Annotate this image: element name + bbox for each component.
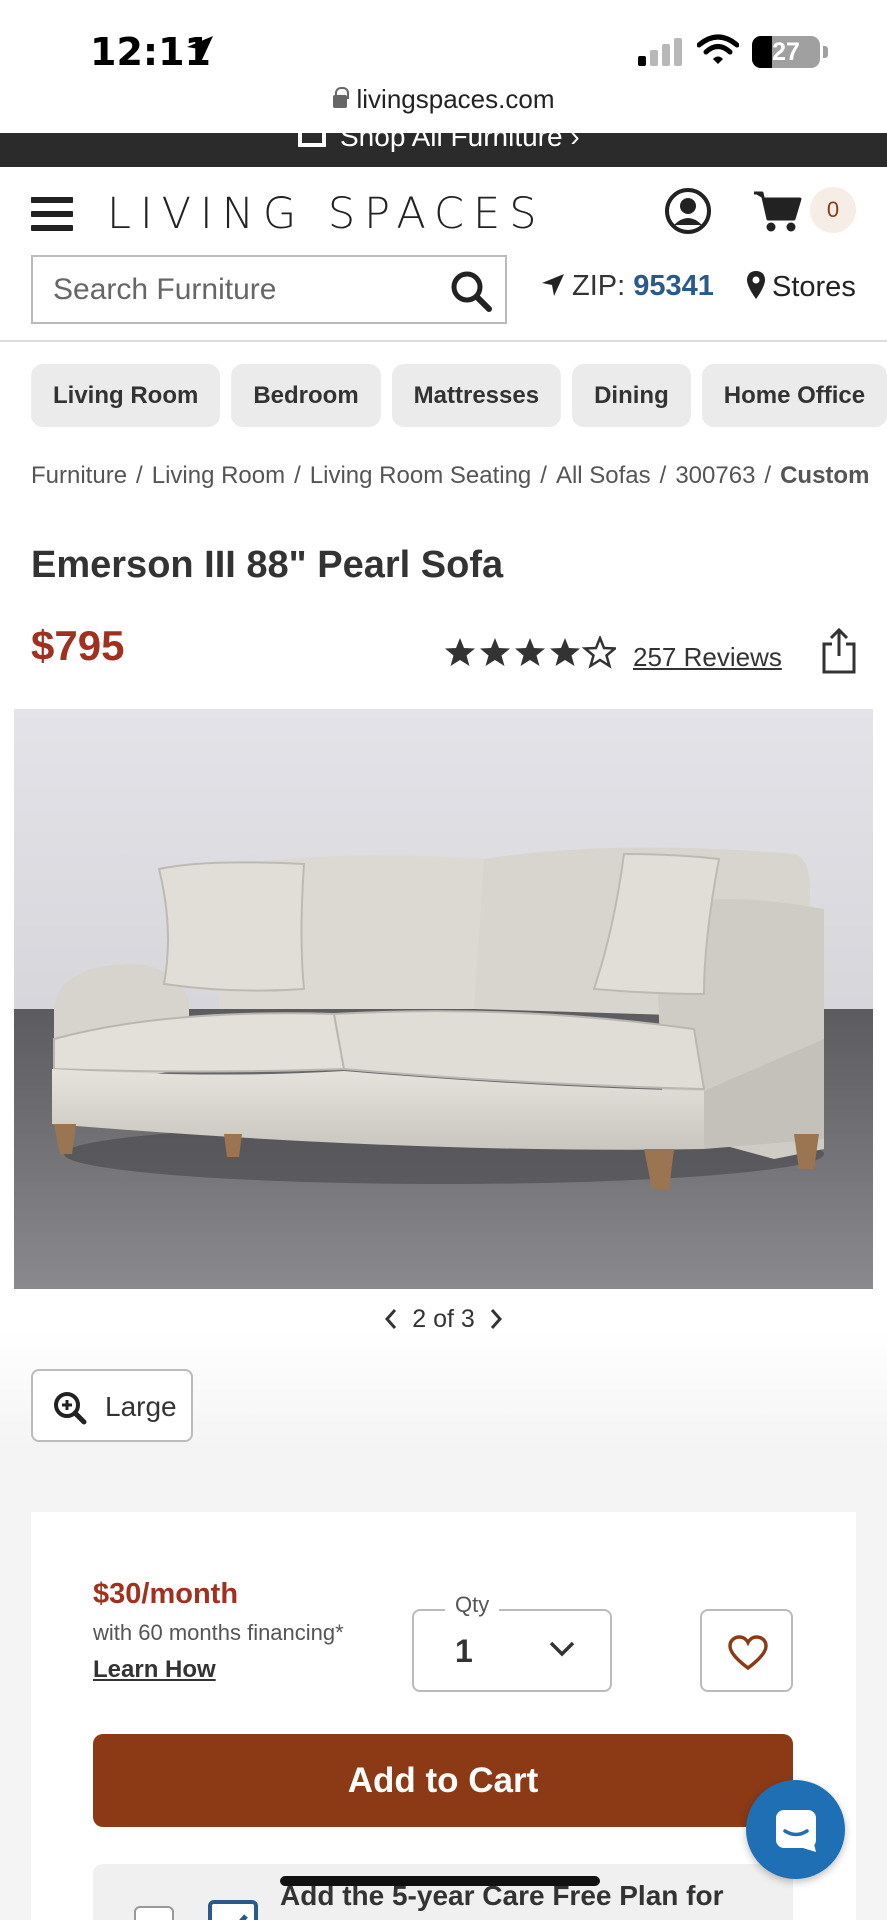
qty-value: 1 bbox=[455, 1633, 473, 1669]
star-rating-icon bbox=[445, 636, 616, 668]
url-text: livingspaces.com bbox=[356, 84, 555, 114]
zip-label: ZIP: bbox=[572, 270, 626, 302]
promo-banner[interactable]: Shop All Furniture › bbox=[0, 133, 887, 167]
battery-icon: 27 bbox=[752, 36, 828, 68]
monthly-price: $30/month bbox=[93, 1578, 239, 1610]
site-logo[interactable]: LIVING SPACES bbox=[107, 189, 546, 239]
breadcrumb-separator: / bbox=[294, 462, 301, 489]
pager-text: 2 of 3 bbox=[412, 1304, 475, 1333]
zoom-in-icon bbox=[54, 1392, 87, 1425]
breadcrumb-separator: / bbox=[659, 462, 667, 489]
category-chip[interactable]: Home Office bbox=[701, 364, 887, 427]
breadcrumb-current: Custom bbox=[780, 462, 870, 489]
wifi-icon bbox=[697, 34, 739, 64]
heart-icon bbox=[728, 1635, 768, 1671]
browser-url-bar[interactable]: livingspaces.com bbox=[0, 84, 887, 115]
breadcrumb-item[interactable]: Furniture bbox=[31, 462, 127, 489]
breadcrumb-separator: / bbox=[540, 462, 547, 489]
product-price: $795 bbox=[31, 622, 125, 669]
zoom-large-label: Large bbox=[105, 1391, 177, 1422]
care-plan-checkbox[interactable] bbox=[134, 1906, 174, 1920]
breadcrumb-item[interactable]: All Sofas bbox=[556, 462, 651, 489]
category-chip[interactable]: Mattresses bbox=[391, 364, 562, 427]
search-box bbox=[31, 255, 507, 324]
cellular-signal-icon bbox=[638, 38, 682, 66]
reviews-link[interactable]: 257 Reviews bbox=[633, 642, 782, 673]
chevron-right-icon[interactable] bbox=[488, 1308, 504, 1330]
quantity-select[interactable] bbox=[412, 1609, 612, 1692]
category-chip[interactable]: Dining bbox=[572, 364, 691, 427]
category-chip[interactable]: Living Room bbox=[31, 364, 221, 427]
site-header: LIVING SPACES 0 ZIP: 95341 Stores bbox=[0, 167, 887, 342]
cart-count-badge[interactable]: 0 bbox=[810, 187, 856, 233]
search-icon[interactable] bbox=[449, 269, 493, 313]
qty-label: Qty bbox=[445, 1592, 500, 1618]
navigation-arrow-icon bbox=[542, 274, 564, 296]
care-plan-row: Add the 5-year Care Free Plan for bbox=[93, 1864, 793, 1920]
chat-button[interactable] bbox=[746, 1780, 845, 1879]
map-pin-icon bbox=[747, 271, 765, 299]
zip-value: 95341 bbox=[633, 270, 714, 302]
breadcrumb: Furniture / Living Room / Living Room Seatin… bbox=[31, 462, 869, 490]
stores-label: Stores bbox=[772, 271, 856, 303]
breadcrumb-separator: / bbox=[136, 462, 143, 489]
menu-icon[interactable] bbox=[31, 197, 73, 239]
sofa-icon bbox=[298, 133, 326, 147]
add-to-cart-button[interactable]: Add to Cart bbox=[93, 1734, 793, 1827]
financing-text: with 60 months financing* bbox=[93, 1620, 344, 1645]
account-icon[interactable] bbox=[664, 187, 712, 235]
zip-selector[interactable]: ZIP: 95341 bbox=[540, 270, 714, 303]
product-title: Emerson III 88" Pearl Sofa bbox=[31, 544, 504, 586]
status-bar: 12:11 27 bbox=[0, 0, 887, 88]
share-icon[interactable] bbox=[820, 628, 858, 674]
learn-how-link[interactable]: Learn How bbox=[93, 1656, 216, 1684]
promo-text: Shop All Furniture › bbox=[340, 133, 580, 152]
location-arrow-icon bbox=[187, 36, 213, 62]
chat-icon bbox=[776, 1810, 816, 1852]
breadcrumb-item[interactable]: Living Room bbox=[152, 462, 285, 489]
chevron-left-icon[interactable] bbox=[383, 1308, 399, 1330]
redaction-bar bbox=[280, 1876, 600, 1886]
lock-icon bbox=[332, 87, 349, 108]
category-chips: Living Room Bedroom Mattresses Dining Home O… bbox=[31, 364, 887, 428]
category-chip[interactable]: Bedroom bbox=[231, 364, 381, 427]
breadcrumb-item[interactable]: Living Room Seating bbox=[310, 462, 531, 489]
cart-icon[interactable] bbox=[752, 189, 802, 233]
product-image[interactable] bbox=[14, 709, 873, 1289]
breadcrumb-separator: / bbox=[764, 462, 772, 489]
zoom-large-button[interactable]: Large bbox=[31, 1369, 193, 1442]
stores-link[interactable]: Stores bbox=[746, 270, 856, 304]
search-input[interactable] bbox=[33, 257, 433, 322]
breadcrumb-item[interactable]: 300763 bbox=[675, 462, 755, 489]
care-plan-icon bbox=[208, 1900, 258, 1920]
wishlist-button[interactable] bbox=[700, 1609, 793, 1692]
product-rating[interactable] bbox=[444, 636, 616, 670]
chevron-down-icon bbox=[549, 1641, 575, 1657]
purchase-card bbox=[31, 1512, 856, 1920]
